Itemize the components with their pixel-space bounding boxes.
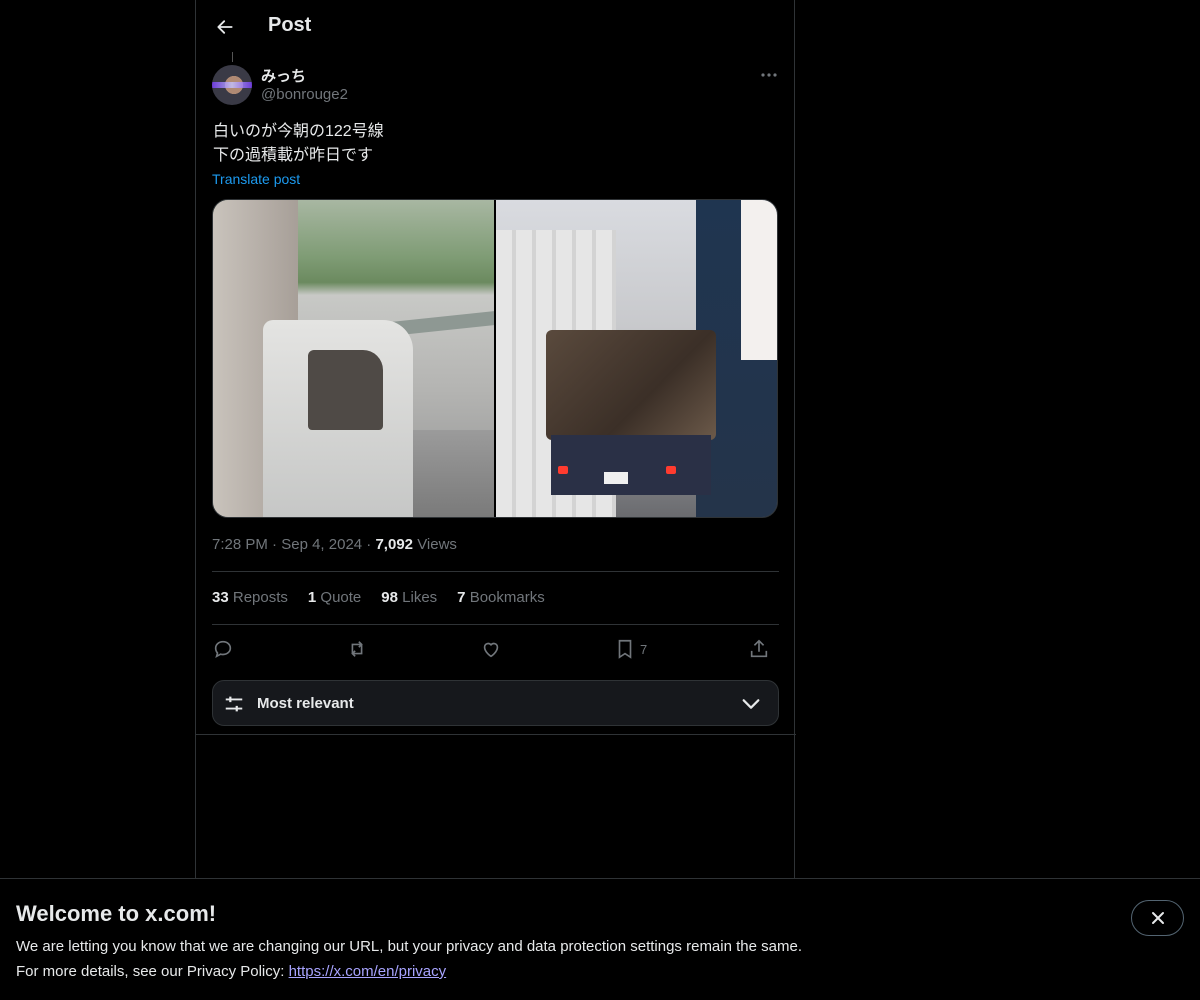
banner-message: We are letting you know that we are chan… <box>16 938 802 955</box>
welcome-banner: Welcome to x.com! We are letting you kno… <box>0 878 1200 1000</box>
reposts-stat[interactable]: 33 Reposts <box>212 589 288 606</box>
banner-privacy-prefix: For more details, see our Privacy Policy… <box>16 963 289 980</box>
post-photo-1[interactable] <box>213 200 494 517</box>
repost-icon <box>351 641 363 657</box>
close-banner-button[interactable] <box>1131 900 1184 936</box>
post-timestamp: 7:28 PM · Sep 4, 2024 · 7,092 Views <box>212 536 457 553</box>
back-button[interactable] <box>208 10 242 44</box>
post-time[interactable]: 7:28 PM <box>212 536 268 553</box>
heart-icon <box>483 642 499 658</box>
quotes-label: Quote <box>320 589 362 606</box>
divider <box>196 734 796 735</box>
author-display-name[interactable]: みっち <box>261 65 306 86</box>
post-text-line: 白いのが今朝の122号線 <box>213 123 384 140</box>
close-icon <box>1151 912 1164 924</box>
views-count: 7,092 <box>375 536 414 553</box>
translate-post-link[interactable]: Translate post <box>212 171 300 187</box>
post-photo-2[interactable] <box>496 200 777 517</box>
more-dots-icon <box>761 73 777 77</box>
post-column: Post みっち @bonrouge2 白いのが今朝の122号線 下の過積載が昨… <box>195 0 796 878</box>
page-title: Post <box>268 14 312 36</box>
bookmarks-count: 7 <box>457 589 466 606</box>
separator: · <box>272 536 278 553</box>
share-icon <box>750 639 768 658</box>
separator: · <box>366 536 372 553</box>
reply-sort-dropdown[interactable]: Most relevant <box>212 680 779 726</box>
post-date[interactable]: Sep 4, 2024 <box>281 536 362 553</box>
bookmarks-label: Bookmarks <box>469 589 545 606</box>
chevron-down-icon <box>742 699 760 709</box>
quotes-stat[interactable]: 1 Quote <box>308 589 361 606</box>
like-button[interactable] <box>480 636 502 662</box>
repost-button[interactable] <box>346 636 368 662</box>
thread-line <box>232 52 233 62</box>
divider <box>212 571 779 572</box>
reply-icon <box>214 640 232 658</box>
views-label: Views <box>417 536 457 553</box>
likes-label: Likes <box>402 589 438 606</box>
post-text: 白いのが今朝の122号線 下の過積載が昨日です <box>213 120 384 168</box>
divider <box>212 624 779 625</box>
sort-label: Most relevant <box>257 695 354 712</box>
likes-stat[interactable]: 98 Likes <box>381 589 437 606</box>
likes-count: 98 <box>381 589 398 606</box>
banner-privacy-line: For more details, see our Privacy Policy… <box>16 963 446 980</box>
banner-title: Welcome to x.com! <box>16 901 217 926</box>
share-button[interactable] <box>748 636 770 662</box>
post-media <box>212 199 778 518</box>
privacy-policy-link[interactable]: https://x.com/en/privacy <box>289 963 447 980</box>
post-header: Post <box>196 0 796 54</box>
avatar[interactable] <box>212 65 252 105</box>
reposts-label: Reposts <box>232 589 288 606</box>
bookmarks-stat[interactable]: 7 Bookmarks <box>457 589 545 606</box>
reposts-count: 33 <box>212 589 229 606</box>
quotes-count: 1 <box>307 589 317 606</box>
filter-sliders-icon <box>225 696 243 712</box>
bookmark-icon <box>618 639 632 659</box>
more-options-button[interactable] <box>754 63 784 87</box>
post-stats: 33 Reposts 1 Quote 98 Likes 7 Bookmarks <box>212 589 545 606</box>
post-actions: 7 <box>212 636 779 662</box>
arrow-left-icon <box>217 20 233 34</box>
reply-button[interactable] <box>212 636 234 662</box>
bookmark-count: 7 <box>640 641 648 657</box>
post-text-line: 下の過積載が昨日です <box>213 147 374 164</box>
author-handle[interactable]: @bonrouge2 <box>261 86 348 103</box>
bookmark-button[interactable]: 7 <box>614 636 647 662</box>
